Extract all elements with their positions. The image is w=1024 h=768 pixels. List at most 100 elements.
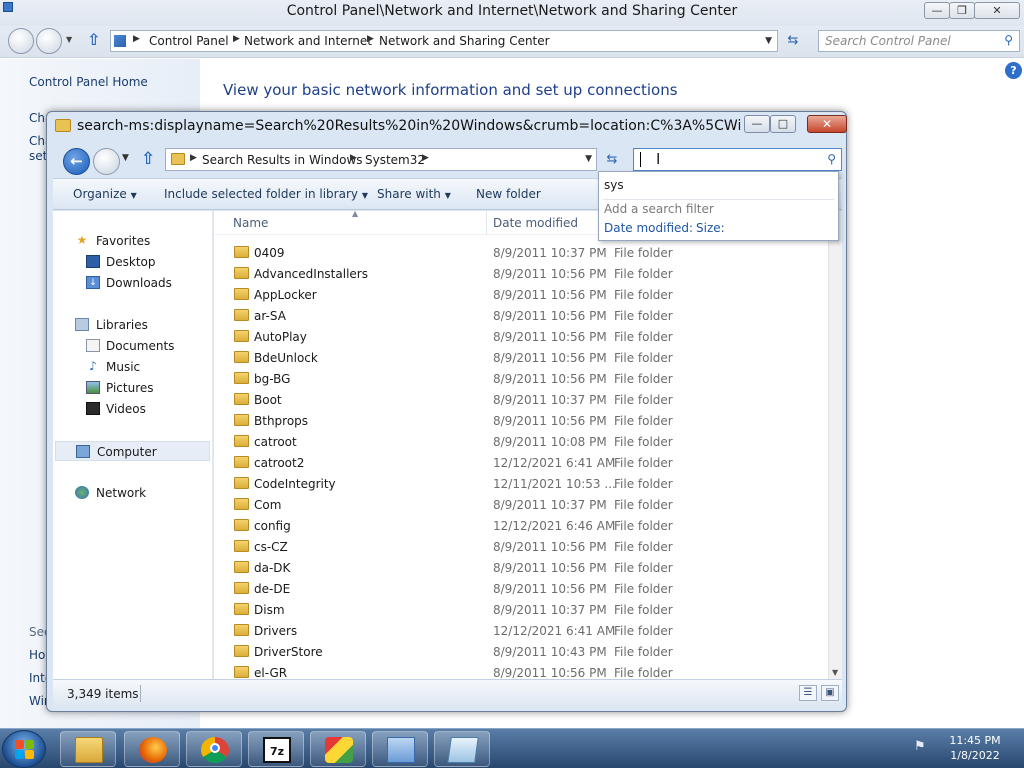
column-header-name[interactable]: Name: [233, 216, 268, 230]
search-icon[interactable]: ⚲: [827, 152, 836, 166]
column-header-date-modified[interactable]: Date modified: [493, 216, 578, 230]
help-icon[interactable]: ?: [1005, 62, 1022, 79]
organize-button[interactable]: Organize ▼: [73, 187, 137, 201]
search-icon[interactable]: ⚲: [1004, 33, 1013, 47]
column-divider[interactable]: [486, 211, 487, 235]
nav-item-network[interactable]: Network: [53, 483, 211, 503]
file-row[interactable]: AutoPlay 8/9/2011 10:56 PM File folder: [214, 326, 820, 347]
new-folder-button[interactable]: New folder: [476, 187, 541, 201]
taskbar-notepad[interactable]: [434, 731, 490, 767]
file-row[interactable]: catroot 8/9/2011 10:08 PM File folder: [214, 431, 820, 452]
back-button[interactable]: ←: [63, 148, 90, 175]
close-button[interactable]: ✕: [807, 115, 847, 133]
file-row[interactable]: Boot 8/9/2011 10:37 PM File folder: [214, 389, 820, 410]
search-history-item[interactable]: sys: [604, 178, 624, 192]
refresh-icon[interactable]: ⇆: [780, 30, 806, 52]
nav-item-documents[interactable]: Documents: [53, 336, 211, 356]
file-row[interactable]: Com 8/9/2011 10:37 PM File folder: [214, 494, 820, 515]
taskbar-explorer[interactable]: [60, 731, 116, 767]
file-row[interactable]: Drivers 12/12/2021 6:41 AM File folder: [214, 620, 820, 641]
breadcrumb-control-panel[interactable]: Control Panel: [149, 34, 229, 48]
file-row[interactable]: catroot2 12/12/2021 6:41 AM File folder: [214, 452, 820, 473]
file-row[interactable]: config 12/12/2021 6:46 AM File folder: [214, 515, 820, 536]
file-row[interactable]: BdeUnlock 8/9/2011 10:56 PM File folder: [214, 347, 820, 368]
clock[interactable]: 11:45 PM 1/8/2022: [942, 733, 1008, 763]
taskbar-chrome[interactable]: [186, 731, 242, 767]
file-row[interactable]: Dism 8/9/2011 10:37 PM File folder: [214, 599, 820, 620]
file-row[interactable]: ar-SA 8/9/2011 10:56 PM File folder: [214, 305, 820, 326]
file-row[interactable]: Bthprops 8/9/2011 10:56 PM File folder: [214, 410, 820, 431]
recent-pages-chevron-icon[interactable]: ▼: [122, 153, 129, 163]
back-button[interactable]: [8, 28, 34, 54]
taskbar-app[interactable]: [310, 731, 366, 767]
nav-item-music[interactable]: ♪ Music: [53, 357, 211, 377]
size-filter-link[interactable]: Size:: [696, 221, 725, 235]
nav-item-videos[interactable]: Videos: [53, 399, 211, 419]
breadcrumb-network-and-internet[interactable]: Network and Internet: [244, 34, 372, 48]
address-field[interactable]: ▶ Control Panel ▶ Network and Internet ▶…: [110, 30, 778, 52]
include-in-library-button[interactable]: Include selected folder in library ▼: [164, 187, 368, 201]
forward-button[interactable]: [36, 28, 62, 54]
nav-item-favorites[interactable]: ★ Favorites: [53, 231, 211, 251]
address-dropdown-icon[interactable]: ▼: [585, 154, 592, 164]
share-with-button[interactable]: Share with ▼: [377, 187, 451, 201]
chevron-right-icon[interactable]: ▶: [367, 34, 374, 44]
minimize-button[interactable]: —: [924, 2, 950, 19]
taskbar-7zip[interactable]: 7z: [248, 731, 304, 767]
nav-item-libraries[interactable]: Libraries: [53, 315, 211, 335]
file-row[interactable]: AdvancedInstallers 8/9/2011 10:56 PM File …: [214, 263, 820, 284]
restore-button[interactable]: ❐: [949, 2, 975, 19]
chevron-right-icon[interactable]: ▶: [233, 34, 240, 44]
control-panel-home-link[interactable]: Control Panel Home: [29, 75, 148, 89]
file-row[interactable]: CodeIntegrity 12/11/2021 10:53 ... File fo…: [214, 473, 820, 494]
breadcrumb-network-and-sharing-center[interactable]: Network and Sharing Center: [379, 34, 550, 48]
folder-icon: [234, 330, 249, 342]
breadcrumb-search-results[interactable]: Search Results in Windows: [202, 153, 363, 167]
file-type: File folder: [614, 540, 673, 554]
nav-item-pictures[interactable]: Pictures: [53, 378, 211, 398]
file-row[interactable]: DriverStore 8/9/2011 10:43 PM File folder: [214, 641, 820, 662]
vertical-scrollbar[interactable]: ▼: [828, 211, 842, 679]
file-row[interactable]: el-GR 8/9/2011 10:56 PM File folder: [214, 662, 820, 679]
refresh-icon[interactable]: ⇆: [601, 148, 623, 171]
scroll-down-icon[interactable]: ▼: [832, 668, 838, 677]
music-icon: ♪: [89, 359, 97, 373]
date-modified-filter-link[interactable]: Date modified:: [604, 221, 693, 235]
taskbar-firefox[interactable]: [124, 731, 180, 767]
address-field[interactable]: ▶ Search Results in Windows ▶ System32 ▶…: [165, 148, 597, 171]
file-type: File folder: [614, 372, 673, 386]
file-row[interactable]: bg-BG 8/9/2011 10:56 PM File folder: [214, 368, 820, 389]
chevron-right-icon[interactable]: ▶: [350, 153, 357, 163]
forward-button[interactable]: [93, 148, 120, 175]
file-name: de-DE: [254, 582, 291, 596]
search-input[interactable]: I ⚲: [633, 148, 842, 171]
start-button[interactable]: [2, 730, 46, 768]
address-dropdown-icon[interactable]: ▼: [765, 36, 772, 46]
nav-item-downloads[interactable]: ↓ Downloads: [53, 273, 211, 293]
action-center-flag-icon[interactable]: ⚑: [914, 739, 926, 754]
chevron-right-icon[interactable]: ▶: [190, 153, 197, 163]
chevron-right-icon[interactable]: ▶: [133, 34, 140, 44]
large-icons-view-icon[interactable]: ▣: [821, 685, 839, 701]
details-view-icon[interactable]: ☰: [799, 685, 817, 701]
file-row[interactable]: 0409 8/9/2011 10:37 PM File folder: [214, 242, 820, 263]
file-row[interactable]: da-DK 8/9/2011 10:56 PM File folder: [214, 557, 820, 578]
network-icon: [75, 486, 89, 499]
chevron-right-icon[interactable]: ▶: [422, 153, 429, 163]
close-button[interactable]: ✕: [974, 2, 1020, 19]
nav-item-desktop[interactable]: Desktop: [53, 252, 211, 272]
desktop-icon: [86, 255, 100, 268]
recent-pages-chevron-icon[interactable]: ▼: [66, 35, 72, 44]
file-row[interactable]: AppLocker 8/9/2011 10:56 PM File folder: [214, 284, 820, 305]
file-row[interactable]: de-DE 8/9/2011 10:56 PM File folder: [214, 578, 820, 599]
minimize-button[interactable]: —: [744, 115, 770, 133]
up-arrow-icon[interactable]: ⇧: [87, 30, 100, 49]
file-row[interactable]: cs-CZ 8/9/2011 10:56 PM File folder: [214, 536, 820, 557]
maximize-button[interactable]: □: [770, 115, 796, 133]
search-input[interactable]: Search Control Panel ⚲: [818, 30, 1020, 52]
nav-item-computer[interactable]: Computer: [55, 441, 210, 461]
breadcrumb-system32[interactable]: System32: [365, 153, 425, 167]
up-arrow-icon[interactable]: ⇧: [141, 149, 155, 169]
control-panel-address-bar: ▼ ⇧ ▶ Control Panel ▶ Network and Intern…: [0, 26, 1024, 58]
taskbar-control-panel[interactable]: [372, 731, 428, 767]
